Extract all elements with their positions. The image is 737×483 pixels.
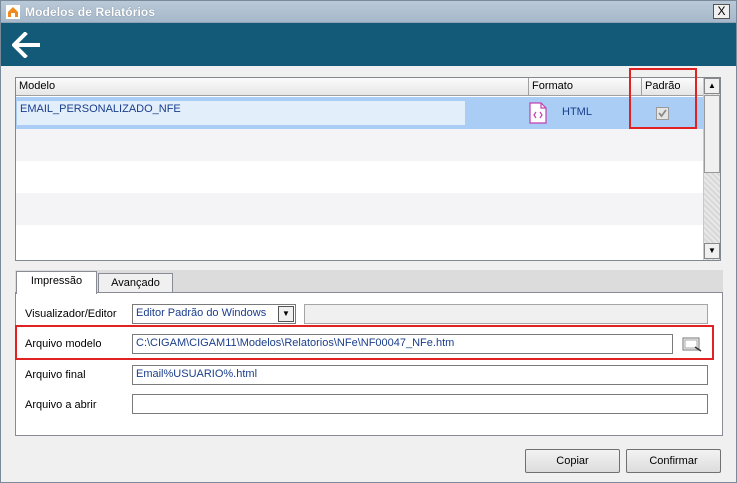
highlight-padrao	[629, 68, 697, 129]
confirmar-button[interactable]: Confirmar	[626, 449, 721, 473]
scroll-up-icon[interactable]: ▲	[704, 78, 720, 94]
highlight-arquivo-modelo	[15, 325, 714, 360]
table-row-empty	[16, 225, 703, 260]
visualizador-label: Visualizador/Editor	[25, 308, 117, 320]
window: Modelos de Relatórios X Modelo Formato P…	[0, 0, 737, 483]
copiar-button[interactable]: Copiar	[525, 449, 620, 473]
window-title: Modelos de Relatórios	[25, 5, 156, 19]
arrow-left-icon[interactable]	[12, 32, 42, 58]
arquivo-abrir-field[interactable]	[132, 394, 708, 414]
table-row[interactable]: EMAIL_PERSONALIZADO_NFE HTML	[16, 97, 703, 129]
html-file-icon	[529, 102, 547, 124]
scrollbar-thumb[interactable]	[704, 95, 720, 173]
table-row-empty	[16, 161, 703, 193]
table-row-empty	[16, 193, 703, 225]
column-header-formato[interactable]: Formato	[529, 78, 642, 96]
scroll-down-icon[interactable]: ▼	[704, 243, 720, 259]
toolbar	[1, 23, 736, 66]
table-row-empty	[16, 129, 703, 161]
app-icon	[6, 5, 20, 19]
column-header-modelo[interactable]: Modelo	[16, 78, 529, 96]
visualizador-extra-field	[304, 304, 708, 324]
cell-formato: HTML	[562, 106, 592, 118]
chevron-down-icon[interactable]: ▼	[278, 306, 294, 322]
tab-avancado[interactable]: Avançado	[98, 273, 173, 294]
arquivo-abrir-label: Arquivo a abrir	[25, 399, 97, 411]
arquivo-final-label: Arquivo final	[25, 369, 86, 381]
title-bar: Modelos de Relatórios X	[1, 1, 736, 23]
visualizador-select[interactable]: Editor Padrão do Windows	[132, 304, 296, 324]
models-grid: Modelo Formato Padrão EMAIL_PERSONALIZAD…	[15, 77, 721, 261]
cell-modelo[interactable]: EMAIL_PERSONALIZADO_NFE	[17, 101, 465, 125]
arquivo-final-field[interactable]: Email%USUARIO%.html	[132, 365, 708, 385]
tab-impressao[interactable]: Impressão	[16, 271, 97, 294]
close-button[interactable]: X	[713, 4, 730, 19]
grid-scrollbar[interactable]: ▲ ▼	[703, 78, 720, 260]
grid-header: Modelo Formato Padrão	[16, 78, 703, 96]
